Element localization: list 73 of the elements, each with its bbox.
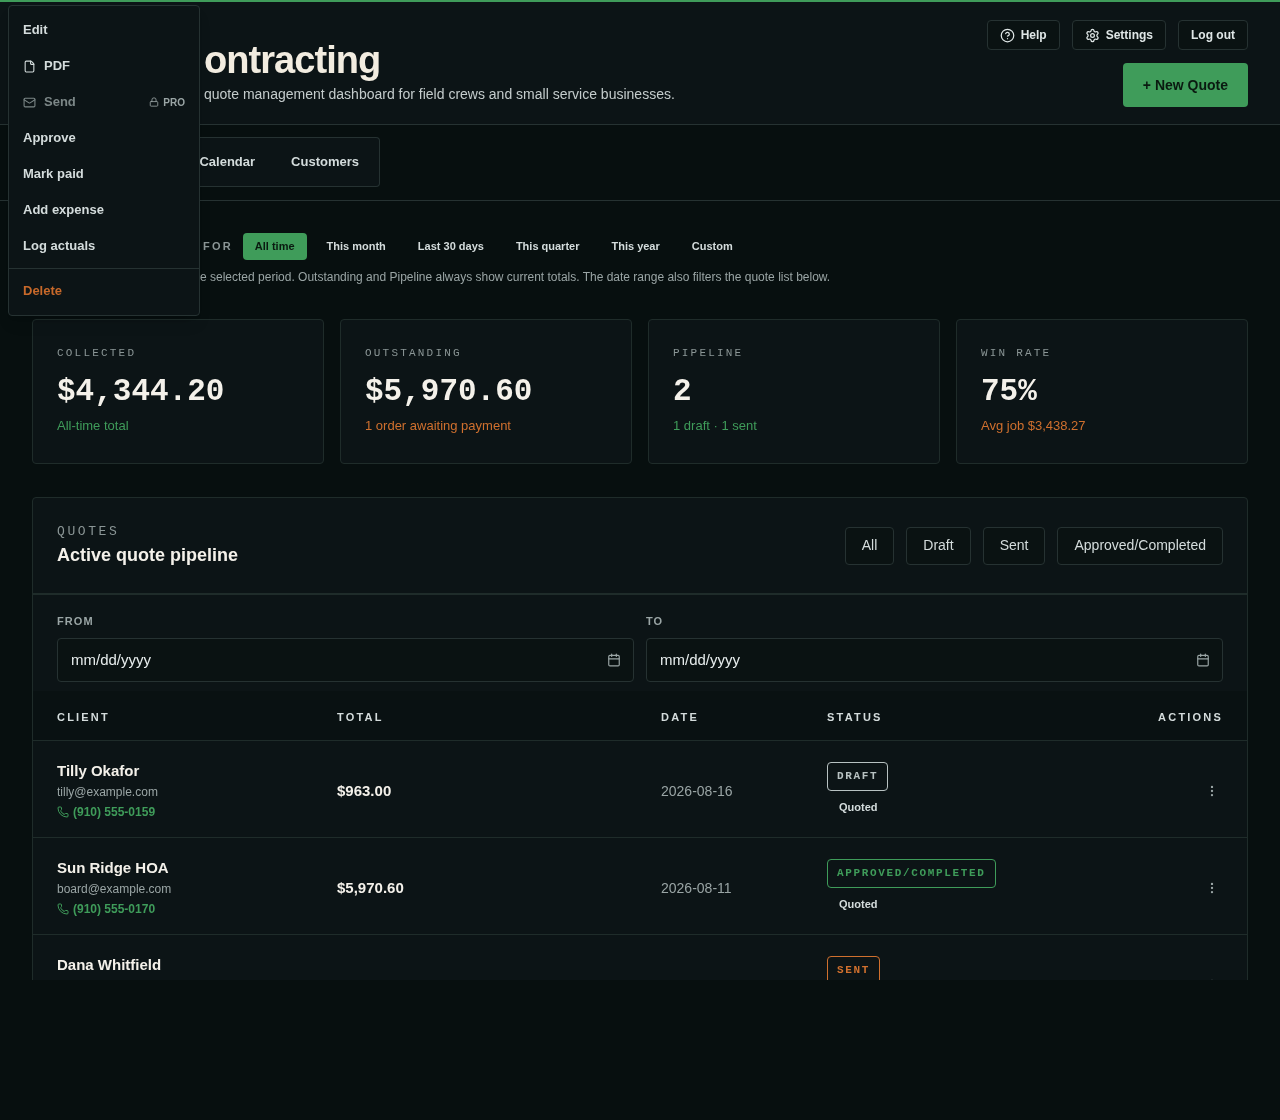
phone-icon bbox=[57, 902, 69, 915]
period-chip[interactable]: This year bbox=[599, 233, 672, 260]
status-badge: APPROVED/COMPLETED bbox=[827, 859, 996, 888]
calendar-icon bbox=[607, 652, 621, 667]
column-header: CLIENT bbox=[57, 710, 110, 723]
settings-icon bbox=[1084, 27, 1100, 43]
column-header: DATE bbox=[661, 710, 699, 723]
column-header: TOTAL bbox=[337, 710, 384, 723]
nav-tab[interactable]: Customers bbox=[275, 144, 375, 180]
client-phone[interactable]: (910) 555-0159 bbox=[57, 802, 337, 821]
status-filter[interactable]: Draft bbox=[906, 526, 971, 565]
period-note: e selected period. Outstanding and Pipeline always show current totals. The date range also filters the quote list below. bbox=[199, 269, 832, 286]
stat-value: $5,970.60 bbox=[365, 372, 534, 411]
menu-item[interactable]: Delete bbox=[9, 273, 199, 309]
quote-date: 2026-08-16 bbox=[661, 783, 733, 799]
lock-icon bbox=[149, 97, 160, 107]
stat-value: 2 bbox=[673, 372, 693, 411]
panel-title: Active quote pipeline bbox=[57, 543, 239, 567]
client-phone[interactable]: (910) 555-0170 bbox=[57, 899, 337, 918]
status-filter[interactable]: Sent bbox=[982, 526, 1046, 565]
period-chip[interactable]: This month bbox=[314, 233, 398, 260]
period-chip[interactable]: Custom bbox=[679, 233, 745, 260]
header-button[interactable]: Help bbox=[986, 20, 1060, 50]
period-chip[interactable]: All time bbox=[242, 233, 307, 260]
calendar-icon bbox=[1196, 652, 1210, 667]
column-header: STATUS bbox=[827, 710, 883, 723]
stat-label: PIPELINE bbox=[673, 346, 745, 361]
status-badge: SENT bbox=[827, 956, 880, 980]
status-note: Quoted bbox=[838, 799, 878, 815]
client-email: tilly@example.com bbox=[57, 783, 159, 801]
client-email: board@example.com bbox=[57, 880, 173, 898]
mail-icon bbox=[23, 95, 36, 109]
header-button[interactable]: Settings bbox=[1071, 20, 1166, 50]
stat-label: OUTSTANDING bbox=[365, 346, 463, 361]
period-chip[interactable]: This quarter bbox=[503, 233, 592, 260]
stat-note: All-time total bbox=[57, 416, 130, 435]
status-note: Quoted bbox=[838, 896, 878, 912]
panel-eyebrow: QUOTES bbox=[57, 523, 121, 542]
menu-item[interactable]: PDF bbox=[9, 48, 199, 84]
new-quote-button[interactable]: + New Quote bbox=[1122, 63, 1248, 107]
status-filter[interactable]: All bbox=[844, 526, 895, 565]
date-field[interactable]: mm/dd/yyyy bbox=[646, 637, 1223, 682]
client-name: Sun Ridge HOA bbox=[57, 858, 170, 878]
phone-icon bbox=[57, 805, 69, 818]
quote-total: $963.00 bbox=[337, 782, 392, 799]
menu-item[interactable]: Edit bbox=[9, 12, 199, 48]
status-filter[interactable]: Approved/Completed bbox=[1057, 526, 1223, 565]
app-subtitle: quote management dashboard for field crews and small service businesses. bbox=[204, 85, 675, 104]
stat-label: WIN RATE bbox=[981, 346, 1053, 361]
column-header: ACTIONS bbox=[1158, 710, 1223, 723]
period-chip[interactable]: Last 30 days bbox=[405, 233, 496, 260]
date-field[interactable]: mm/dd/yyyy bbox=[57, 637, 634, 682]
quote-total: $5,970.60 bbox=[337, 879, 404, 896]
stat-value: $4,344.20 bbox=[57, 372, 226, 411]
app-title: ontracting bbox=[204, 38, 382, 82]
period-label: FOR bbox=[203, 239, 233, 255]
stat-label: COLLECTED bbox=[57, 346, 138, 361]
stat-value: 75% bbox=[981, 372, 1038, 411]
client-name: Dana Whitfield bbox=[57, 955, 163, 975]
help-icon bbox=[999, 27, 1015, 43]
status-badge: DRAFT bbox=[827, 762, 889, 791]
date-label: FROM bbox=[57, 614, 95, 629]
client-name: Tilly Okafor bbox=[57, 761, 141, 781]
stat-note: 1 order awaiting payment bbox=[365, 416, 512, 435]
stat-note: Avg job $3,438.27 bbox=[981, 416, 1087, 435]
header-button[interactable]: Log out bbox=[1178, 20, 1248, 50]
menu-item[interactable]: Log actuals bbox=[9, 228, 199, 264]
date-label: TO bbox=[646, 614, 665, 629]
file-icon bbox=[23, 59, 36, 73]
menu-item[interactable]: Add expense bbox=[9, 192, 199, 228]
quote-date: 2026-08-11 bbox=[661, 880, 732, 896]
stat-note: 1 draft · 1 sent bbox=[673, 416, 758, 435]
pro-label: PRO bbox=[149, 94, 185, 110]
